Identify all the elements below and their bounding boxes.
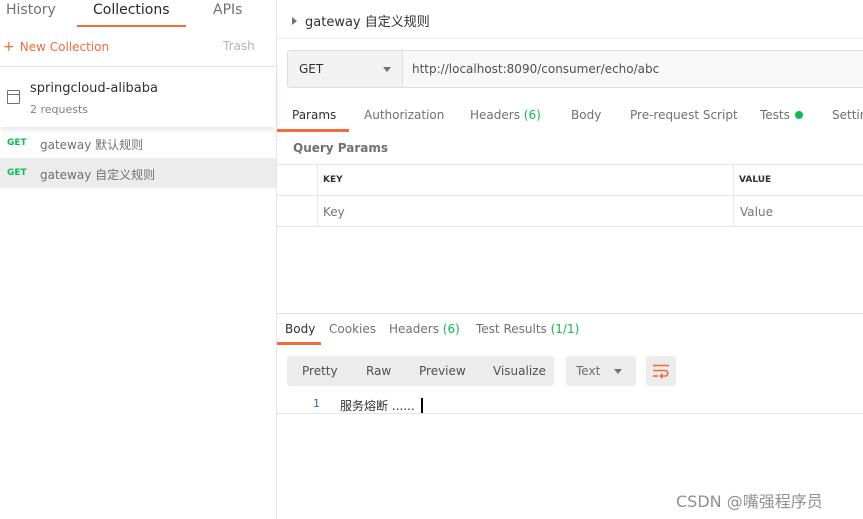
headers-count: (6) bbox=[523, 108, 541, 122]
visualize-button[interactable]: Visualize bbox=[493, 364, 546, 378]
format-select[interactable]: Text bbox=[566, 356, 636, 386]
tab-apis[interactable]: APIs bbox=[213, 2, 242, 27]
format-label: Text bbox=[576, 364, 601, 378]
request-title[interactable]: gateway 自定义规则 bbox=[292, 11, 430, 30]
method-label: GET bbox=[299, 62, 324, 76]
tab-settings[interactable]: Settings bbox=[832, 108, 863, 122]
chevron-down-icon bbox=[383, 67, 391, 72]
request-tabs: Params Authorization Headers (6) Body Pr… bbox=[277, 101, 863, 132]
new-collection-button[interactable]: + New Collection bbox=[3, 39, 109, 55]
raw-button[interactable]: Raw bbox=[366, 364, 391, 378]
sidebar-actions: + New Collection Trash bbox=[0, 27, 276, 67]
collection-item[interactable]: springcloud-alibaba 2 requests bbox=[0, 67, 276, 127]
active-response-tab-indicator bbox=[277, 342, 321, 345]
request-name: gateway 自定义规则 bbox=[40, 168, 156, 182]
method-select[interactable]: GET bbox=[288, 51, 403, 87]
value-input[interactable] bbox=[740, 205, 860, 219]
sidebar: History Collections APIs + New Collection… bbox=[0, 0, 277, 519]
trash-button[interactable]: Trash bbox=[223, 39, 255, 53]
response-tab-cookies[interactable]: Cookies bbox=[329, 322, 376, 336]
response-tab-test-results[interactable]: Test Results (1/1) bbox=[476, 322, 579, 336]
tab-tests[interactable]: Tests bbox=[760, 108, 803, 122]
checkbox-column-header bbox=[277, 165, 318, 196]
preview-button[interactable]: Preview bbox=[419, 364, 466, 378]
plus-icon: + bbox=[3, 39, 15, 55]
divider bbox=[277, 38, 863, 39]
response-body-content: 服务熔断 ...... bbox=[340, 399, 415, 413]
key-header-label: KEY bbox=[323, 175, 343, 185]
tab-headers[interactable]: Headers (6) bbox=[470, 108, 541, 122]
method-badge: GET bbox=[7, 138, 27, 148]
tab-authorization[interactable]: Authorization bbox=[364, 108, 444, 122]
tab-params[interactable]: Params bbox=[292, 108, 336, 122]
row-checkbox-cell bbox=[277, 196, 318, 227]
method-badge: GET bbox=[7, 168, 27, 178]
url-input[interactable] bbox=[412, 62, 862, 76]
response-body-line[interactable]: 1 服务熔断 ...... bbox=[277, 397, 863, 414]
wrap-icon bbox=[653, 364, 669, 379]
url-bar: GET bbox=[287, 50, 863, 88]
tab-headers-label: Headers bbox=[470, 108, 520, 122]
table-row bbox=[277, 196, 863, 227]
tab-history[interactable]: History bbox=[6, 2, 56, 27]
request-name: gateway 默认规则 bbox=[40, 138, 144, 152]
response-tab-body[interactable]: Body bbox=[285, 322, 315, 336]
response-tabs: Body Cookies Headers (6) Test Results (1… bbox=[277, 313, 863, 345]
request-title-text: gateway 自定义规则 bbox=[305, 15, 430, 30]
sidebar-tabs: History Collections APIs bbox=[0, 0, 276, 27]
response-headers-count: (6) bbox=[442, 322, 460, 336]
status-dot-icon bbox=[794, 111, 803, 119]
new-collection-label: New Collection bbox=[19, 40, 110, 54]
key-input[interactable] bbox=[323, 205, 723, 219]
folder-icon bbox=[7, 90, 20, 104]
pretty-button[interactable]: Pretty bbox=[302, 364, 338, 378]
collection-request-count: 2 requests bbox=[30, 103, 89, 116]
watermark: CSDN @嘴强程序员 bbox=[676, 492, 823, 511]
response-tab-headers-label: Headers bbox=[389, 322, 439, 336]
test-results-label: Test Results bbox=[476, 322, 547, 336]
wrap-lines-button[interactable] bbox=[646, 356, 676, 386]
response-body-text: 服务熔断 ...... bbox=[340, 397, 423, 414]
query-params-title: Query Params bbox=[293, 141, 389, 155]
tab-collections[interactable]: Collections bbox=[77, 2, 186, 27]
tab-tests-label: Tests bbox=[760, 108, 790, 122]
text-cursor bbox=[420, 398, 423, 413]
query-params-table: KEY VALUE bbox=[277, 164, 863, 227]
view-mode-group: Pretty Raw Preview Visualize bbox=[287, 356, 554, 386]
tab-prerequest-script[interactable]: Pre-request Script bbox=[630, 108, 738, 122]
list-item[interactable]: GET gateway 自定义规则 bbox=[0, 158, 276, 188]
key-cell bbox=[318, 196, 734, 227]
chevron-down-icon bbox=[614, 369, 622, 374]
response-tab-headers[interactable]: Headers (6) bbox=[389, 322, 460, 336]
tab-body[interactable]: Body bbox=[571, 108, 601, 122]
line-number: 1 bbox=[313, 397, 320, 410]
active-tab-indicator bbox=[277, 129, 349, 132]
value-header-label: VALUE bbox=[739, 175, 772, 185]
key-column-header: KEY bbox=[318, 165, 734, 196]
collection-name: springcloud-alibaba bbox=[30, 81, 158, 96]
list-item[interactable]: GET gateway 默认规则 bbox=[0, 128, 276, 158]
test-results-count: (1/1) bbox=[550, 322, 580, 336]
table-header-row: KEY VALUE bbox=[277, 165, 863, 196]
request-editor: gateway 自定义规则 GET Params Authorization H… bbox=[277, 0, 863, 519]
caret-right-icon bbox=[292, 17, 297, 25]
